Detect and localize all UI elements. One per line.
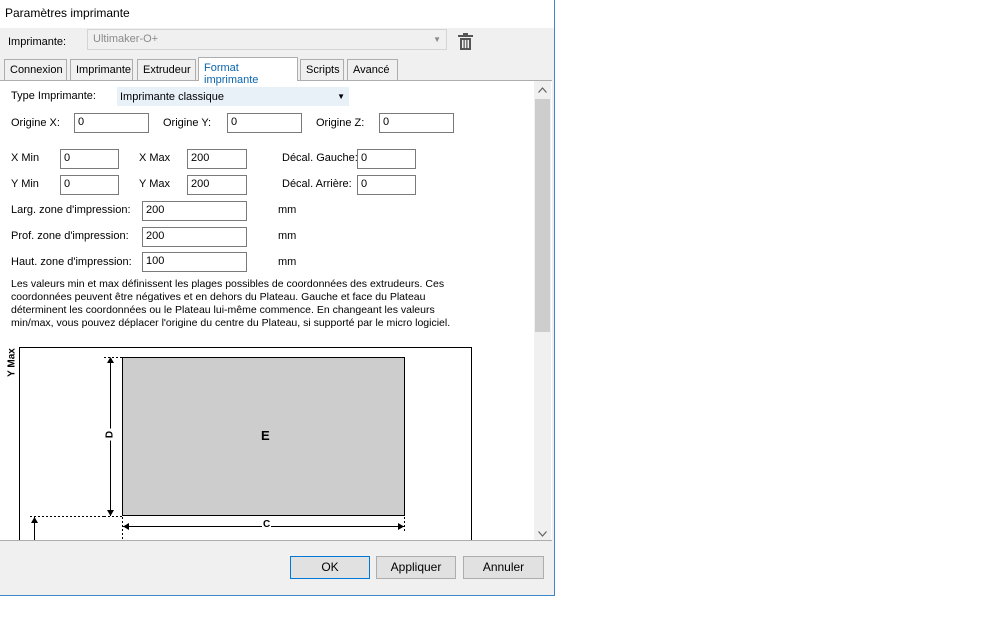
printer-label: Imprimante: bbox=[8, 36, 67, 48]
decal-gauche-input[interactable]: 0 bbox=[357, 149, 416, 169]
depth-label: D bbox=[104, 428, 116, 441]
tab-imprimante[interactable]: Imprimante bbox=[70, 59, 133, 81]
xmax-label: X Max bbox=[139, 152, 171, 164]
trash-icon[interactable] bbox=[458, 33, 473, 53]
decal-arriere-label: Décal. Arrière: bbox=[282, 178, 352, 190]
larg-label: Larg. zone d'impression: bbox=[11, 204, 131, 216]
printer-type-value: Imprimante classique bbox=[120, 91, 224, 103]
window-title: Paramètres imprimante bbox=[5, 6, 130, 20]
bed-diagram: Y Max D C E bbox=[3, 340, 533, 540]
xmin-input[interactable]: 0 bbox=[60, 149, 119, 169]
ymax-label: Y Max bbox=[139, 178, 170, 190]
decal-arriere-input[interactable]: 0 bbox=[357, 175, 416, 195]
printer-type-select[interactable]: Imprimante classique ▼ bbox=[117, 87, 349, 106]
tab-scripts[interactable]: Scripts bbox=[300, 59, 344, 81]
tab-extrudeur[interactable]: Extrudeur bbox=[137, 59, 196, 81]
prof-label: Prof. zone d'impression: bbox=[11, 230, 129, 242]
chevron-down-icon: ▼ bbox=[337, 92, 345, 101]
prof-unit: mm bbox=[278, 230, 297, 242]
tab-avance[interactable]: Avancé bbox=[347, 59, 398, 81]
printer-select-value: Ultimaker-O+ bbox=[93, 33, 159, 45]
ok-button[interactable]: OK bbox=[290, 556, 370, 579]
haut-label: Haut. zone d'impression: bbox=[11, 256, 132, 268]
xmin-label: X Min bbox=[11, 152, 40, 164]
chevron-down-icon: ▼ bbox=[433, 35, 441, 44]
description-line: coordonnées peuvent être négatives et en… bbox=[11, 291, 426, 303]
printer-type-label: Type Imprimante: bbox=[11, 90, 96, 102]
ymin-label: Y Min bbox=[11, 178, 39, 190]
larg-input[interactable]: 200 bbox=[142, 201, 247, 221]
prof-input[interactable]: 200 bbox=[142, 227, 247, 247]
apply-button[interactable]: Appliquer bbox=[376, 556, 456, 579]
haut-unit: mm bbox=[278, 256, 297, 268]
printer-select[interactable]: Ultimaker-O+ ▼ bbox=[87, 29, 447, 50]
description-line: min/max, vous pouvez déplacer l'origine … bbox=[11, 317, 451, 329]
description-line: déterminent les coordonnées ou le Platea… bbox=[11, 304, 435, 316]
title-bar: Paramètres imprimante bbox=[0, 0, 554, 28]
decal-gauche-label: Décal. Gauche: bbox=[282, 152, 358, 164]
origin-z-label: Origine Z: bbox=[316, 117, 365, 129]
printer-settings-dialog: Paramètres imprimante Imprimante: Ultima… bbox=[0, 0, 555, 596]
scrollbar-thumb[interactable] bbox=[535, 99, 550, 332]
xmax-input[interactable]: 200 bbox=[187, 149, 247, 169]
cancel-button[interactable]: Annuler bbox=[463, 556, 544, 579]
chevron-down-icon[interactable] bbox=[538, 528, 547, 540]
bed-label: E bbox=[261, 428, 270, 443]
ymax-axis-label: Y Max bbox=[6, 348, 18, 377]
origin-z-input[interactable]: 0 bbox=[379, 113, 454, 133]
origin-y-label: Origine Y: bbox=[163, 117, 212, 129]
tab-format-imprimante[interactable]: Format imprimante bbox=[198, 57, 298, 86]
haut-input[interactable]: 100 bbox=[142, 252, 247, 272]
ymin-input[interactable]: 0 bbox=[60, 175, 119, 195]
origin-x-label: Origine X: bbox=[11, 117, 60, 129]
ymax-input[interactable]: 200 bbox=[187, 175, 247, 195]
description-text: Les valeurs min et max définissent les p… bbox=[11, 278, 450, 330]
larg-unit: mm bbox=[278, 204, 297, 216]
origin-x-input[interactable]: 0 bbox=[74, 113, 149, 133]
description-line: Les valeurs min et max définissent les p… bbox=[11, 278, 445, 290]
tab-connexion[interactable]: Connexion bbox=[4, 59, 67, 81]
chevron-up-icon[interactable] bbox=[538, 84, 547, 96]
origin-y-input[interactable]: 0 bbox=[227, 113, 302, 133]
width-label: C bbox=[262, 519, 272, 530]
vertical-scrollbar[interactable] bbox=[534, 81, 551, 540]
